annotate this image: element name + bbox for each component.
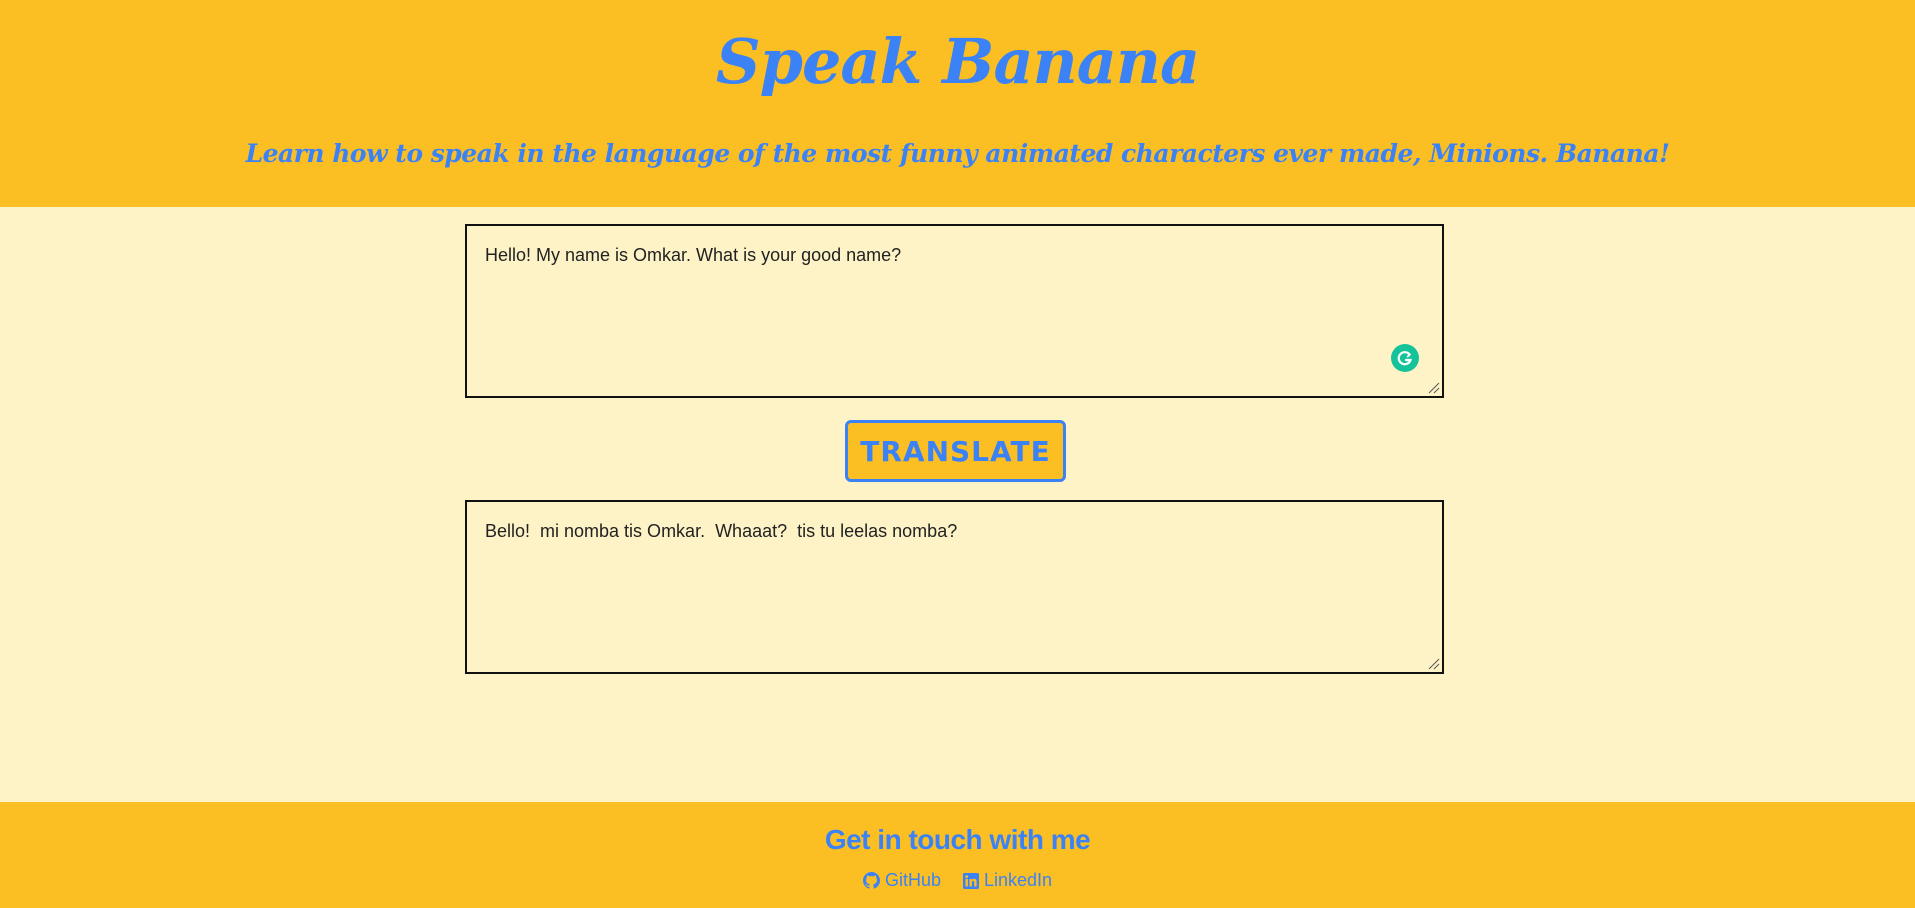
page-footer: Get in touch with me GitHub LinkedIn (0, 802, 1915, 908)
page-title: Speak Banana (715, 25, 1200, 98)
translator-main: Hello! My name is Omkar. What is your go… (0, 207, 1915, 802)
input-text: Hello! My name is Omkar. What is your go… (485, 245, 902, 265)
linkedin-link-label: LinkedIn (983, 870, 1053, 890)
linkedin-icon (962, 872, 979, 889)
github-link[interactable]: GitHub (862, 870, 941, 891)
page-subtitle: Learn how to speak in the language of th… (245, 139, 1670, 168)
github-icon (862, 872, 880, 889)
github-link-label: GitHub (884, 870, 941, 890)
grammarly-icon[interactable] (1391, 344, 1419, 372)
output-text: Bello! mi nomba tis Omkar. Whaaat? tis t… (485, 521, 958, 541)
footer-title: Get in touch with me (824, 824, 1091, 855)
input-textarea[interactable]: Hello! My name is Omkar. What is your go… (465, 224, 1444, 398)
linkedin-link[interactable]: LinkedIn (962, 870, 1053, 891)
translate-button[interactable]: TRANSLATE (845, 420, 1066, 482)
resize-handle-icon[interactable] (1428, 658, 1440, 670)
page-header: Speak Banana Learn how to speak in the l… (0, 0, 1915, 207)
footer-links: GitHub LinkedIn (0, 870, 1915, 891)
output-textarea[interactable]: Bello! mi nomba tis Omkar. Whaaat? tis t… (465, 500, 1444, 674)
resize-handle-icon[interactable] (1428, 382, 1440, 394)
